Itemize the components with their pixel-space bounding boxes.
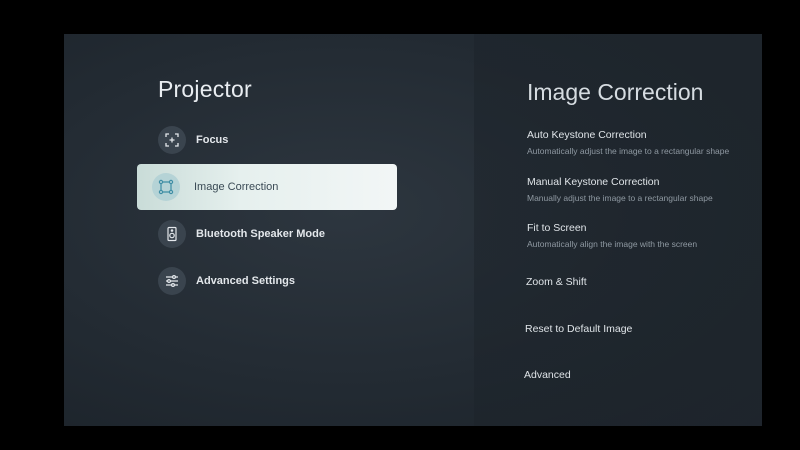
menu-item-advanced-settings[interactable]: Advanced Settings: [137, 258, 397, 304]
menu-item-image-correction[interactable]: Image Correction: [137, 164, 397, 210]
option-label: Zoom & Shift: [526, 276, 587, 288]
speaker-icon: [158, 220, 186, 248]
menu-item-label: Advanced Settings: [196, 275, 296, 287]
option-description: Automatically adjust the image to a rect…: [527, 146, 730, 156]
menu-item-label: Image Correction: [194, 181, 279, 193]
page-title: Projector: [158, 76, 252, 102]
option-label: Advanced: [524, 369, 571, 381]
option-description: Manually adjust the image to a rectangul…: [527, 193, 713, 203]
option-advanced[interactable]: Advanced: [524, 369, 754, 381]
option-manual-keystone[interactable]: Manual Keystone Correction Manually adju…: [527, 176, 757, 203]
option-fit-to-screen[interactable]: Fit to Screen Automatically align the im…: [527, 222, 757, 249]
image-correction-icon: [152, 173, 180, 201]
menu-item-label: Bluetooth Speaker Mode: [196, 228, 325, 240]
focus-icon: [158, 126, 186, 154]
option-auto-keystone[interactable]: Auto Keystone Correction Automatically a…: [527, 129, 757, 156]
detail-title: Image Correction: [527, 79, 704, 105]
option-description: Automatically align the image with the s…: [527, 239, 698, 249]
option-label: Fit to Screen: [527, 222, 587, 234]
menu-item-bluetooth-speaker[interactable]: Bluetooth Speaker Mode: [137, 211, 397, 257]
option-label: Reset to Default Image: [525, 323, 633, 335]
option-label: Auto Keystone Correction: [527, 129, 647, 141]
menu-item-label: Focus: [196, 134, 229, 146]
option-zoom-shift[interactable]: Zoom & Shift: [526, 276, 756, 288]
menu-item-focus[interactable]: Focus: [137, 117, 397, 163]
sliders-icon: [158, 267, 186, 295]
option-reset-default[interactable]: Reset to Default Image: [525, 323, 755, 335]
projector-screen: Projector Focus Image Correction Bluetoo…: [64, 34, 762, 426]
option-label: Manual Keystone Correction: [527, 176, 660, 188]
